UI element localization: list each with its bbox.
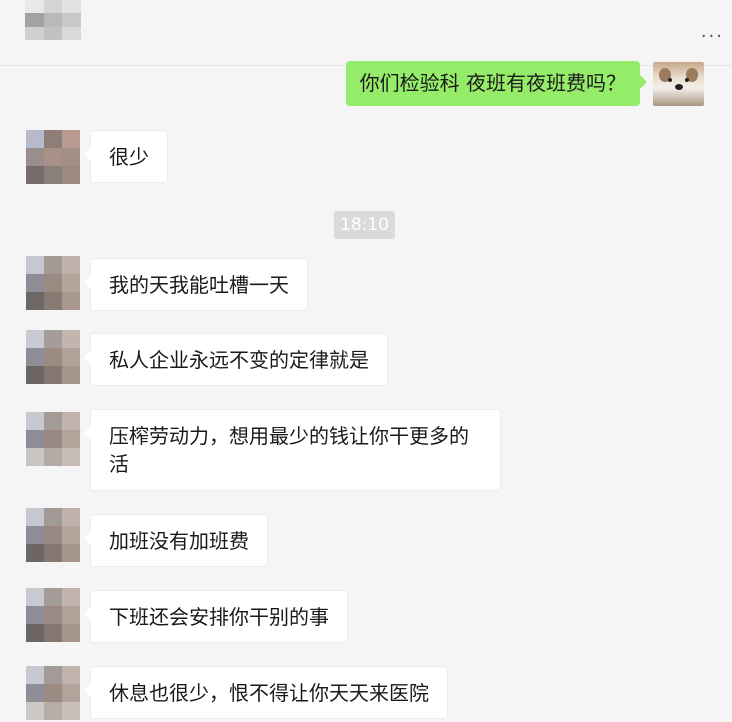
contact-avatar[interactable] xyxy=(25,0,81,40)
sender-avatar[interactable] xyxy=(26,508,80,562)
sender-avatar[interactable] xyxy=(26,666,80,720)
message-bubble[interactable]: 很少 xyxy=(84,130,168,183)
message-bubble[interactable]: 我的天我能吐槽一天 xyxy=(84,258,308,311)
message-bubble[interactable]: 压榨劳动力，想用最少的钱让你干更多的 活 xyxy=(84,409,501,491)
chat-header: ··· xyxy=(0,0,732,66)
more-options-icon[interactable]: ··· xyxy=(701,26,724,47)
message-bubble[interactable]: 下班还会安排你干别的事 xyxy=(84,590,348,643)
message-bubble[interactable]: 加班没有加班费 xyxy=(84,514,268,567)
sender-avatar[interactable] xyxy=(26,256,80,310)
sender-avatar[interactable] xyxy=(26,130,80,184)
sent-message-bubble[interactable]: 你们检验科 夜班有夜班费吗？ xyxy=(345,61,648,106)
message-bubble[interactable]: 私人企业永远不变的定律就是 xyxy=(84,333,388,386)
timestamp: 18:10 xyxy=(334,211,395,239)
sender-avatar[interactable] xyxy=(26,588,80,642)
sender-avatar[interactable] xyxy=(26,330,80,384)
message-bubble[interactable]: 休息也很少，恨不得让你天天来医院 xyxy=(84,666,448,719)
my-avatar[interactable] xyxy=(653,62,704,106)
sender-avatar[interactable] xyxy=(26,412,80,466)
